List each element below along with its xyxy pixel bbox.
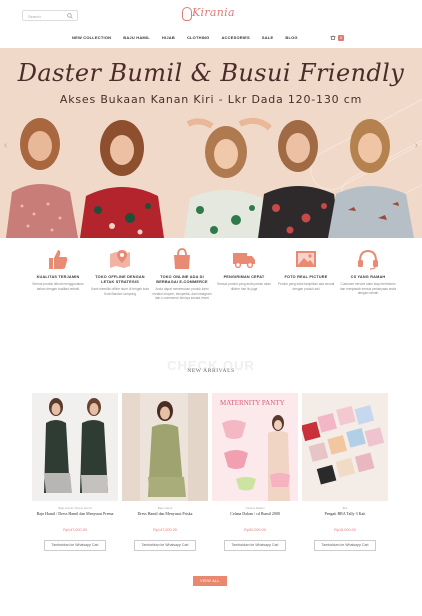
search-icon[interactable] xyxy=(67,13,73,19)
add-to-whatsapp-cart-button[interactable]: Tambahkan ke Whatsapp Cart xyxy=(134,540,196,551)
feature-item: KUALITAS TERJAMIN Semua produk dibuat me… xyxy=(28,248,88,301)
feature-item: TOKO ONLINE ADA DI BERBAGAI E-COMMERCE A… xyxy=(152,248,212,301)
feature-title: TOKO ONLINE ADA DI BERBAGAI E-COMMERCE xyxy=(156,275,208,284)
model-2 xyxy=(80,120,164,238)
feature-text: Anda dapat menemukan produk kami melalui… xyxy=(152,287,212,301)
model-1 xyxy=(6,118,78,238)
nav-item-blog[interactable]: BLOG xyxy=(285,33,297,43)
nav-item-new-collection[interactable]: NEW COLLECTION xyxy=(72,33,111,43)
site-header: Search Kirania NEW COLLECTION BAJU HAMIL… xyxy=(0,0,422,48)
model-4 xyxy=(258,120,340,238)
hero-models-image xyxy=(6,117,414,238)
logo-text: Kirania xyxy=(192,6,235,19)
nav-item-hijab[interactable]: HIJAB xyxy=(162,33,175,43)
product-card[interactable]: Baju Hamil / Dress Hamil Baju Hamil / Dr… xyxy=(32,393,118,551)
product-image[interactable] xyxy=(302,393,388,501)
thumbs-up-icon xyxy=(49,250,68,269)
feature-title: PENGIRIMAN CEPAT xyxy=(223,275,265,279)
product-name[interactable]: Pengait BRA Tally 3 Kait xyxy=(302,511,388,522)
product-image-caption: MATERNITY PANTY xyxy=(220,399,285,407)
feature-item: CS YANG RAMAH Customer service kami siap… xyxy=(338,248,398,301)
product-category: Bra xyxy=(342,506,348,510)
hero-banner[interactable]: Daster Bumil & Busui Friendly Akses Buka… xyxy=(0,48,422,238)
search-box[interactable]: Search xyxy=(22,10,78,21)
feature-title: KUALITAS TERJAMIN xyxy=(36,275,80,279)
nav-item-clothing[interactable]: CLOTHING xyxy=(187,33,210,43)
feature-title: TOKO OFFLINE DENGAN LETAK STRATEGIS xyxy=(95,275,145,284)
feature-text: Customer service kami siap membantu dan … xyxy=(340,282,396,296)
feature-item: PENGIRIMAN CEPAT Semua produk yang anda … xyxy=(214,248,274,301)
hero-subtitle: Akses Bukaan Kanan Kiri - Lkr Dada 120-1… xyxy=(59,93,363,106)
hero-title: Daster Bumil & Busui Friendly xyxy=(17,59,405,87)
shopping-bag-icon xyxy=(174,248,190,269)
product-grid: Baju Hamil / Dress Hamil Baju Hamil / Dr… xyxy=(32,393,388,551)
feature-item: TOKO OFFLINE DENGAN LETAK STRATEGIS Kami… xyxy=(90,248,150,301)
nav-item-sale[interactable]: SALE xyxy=(262,33,273,43)
feature-text: Semua produk dibuat menggunakan bahan de… xyxy=(32,282,84,291)
product-card[interactable]: Bra Pengait BRA Tally 3 Kait Rp15,000.00… xyxy=(302,393,388,551)
feature-text: Produk yang kami tampilkan ada sesuai de… xyxy=(277,282,335,291)
feature-title: CS YANG RAMAH xyxy=(350,275,386,279)
product-image[interactable] xyxy=(122,393,208,501)
hero-prev-arrow-icon[interactable]: ‹ xyxy=(4,140,7,151)
site-logo[interactable]: Kirania xyxy=(180,5,242,25)
product-name[interactable]: Baju Hamil / Dress Hamil dan Menyusui Pr… xyxy=(32,511,118,522)
cart-count-badge[interactable]: 0 xyxy=(338,35,344,41)
main-nav: NEW COLLECTION BAJU HAMIL HIJAB CLOTHING… xyxy=(72,33,298,43)
view-all-button[interactable]: VIEW ALL xyxy=(193,576,227,586)
product-category: Baju Hamil xyxy=(157,506,173,510)
section-title: NEW ARRIVALS xyxy=(187,368,235,374)
product-card[interactable]: MATERNITY PANTY Celana Dalam Celana Dala… xyxy=(212,393,298,551)
truck-icon xyxy=(233,253,255,269)
photo-icon xyxy=(296,251,316,267)
product-price: Rp147,000.00 xyxy=(153,528,177,532)
product-category: Baju Hamil / Dress Hamil xyxy=(58,506,92,510)
product-card[interactable]: Baju Hamil Dress Hamil dan Menyusui Pris… xyxy=(122,393,208,551)
product-price: Rp52,000.00 xyxy=(244,528,266,532)
product-image[interactable]: MATERNITY PANTY xyxy=(212,393,298,501)
feature-text: Semua produk yang anda pesan akan dikiri… xyxy=(217,282,271,291)
product-price: Rp15,000.00 xyxy=(334,528,356,532)
nav-item-baju-hamil[interactable]: BAJU HAMIL xyxy=(123,33,150,43)
product-category: Celana Dalam xyxy=(245,506,265,510)
product-price: Rp147,000.00 xyxy=(63,528,87,532)
product-image[interactable] xyxy=(32,393,118,501)
headset-icon xyxy=(358,249,378,270)
map-pin-icon xyxy=(110,250,130,268)
logo-mark-icon xyxy=(182,7,192,21)
model-3 xyxy=(184,117,272,238)
cart-icon[interactable] xyxy=(330,35,336,40)
product-name[interactable]: Celana Dalam / cd Bumil 2000 xyxy=(212,511,298,522)
hero-next-arrow-icon[interactable]: › xyxy=(415,140,418,151)
product-name[interactable]: Dress Hamil dan Menyusui Priska xyxy=(122,511,208,522)
feature-title: FOTO REAL PICTURE xyxy=(284,275,328,279)
feature-item: FOTO REAL PICTURE Produk yang kami tampi… xyxy=(276,248,336,301)
nav-item-accesories[interactable]: ACCESORIES xyxy=(221,33,249,43)
features-row: KUALITAS TERJAMIN Semua produk dibuat me… xyxy=(28,248,398,301)
add-to-whatsapp-cart-button[interactable]: Tambahkan ke Whatsapp Cart xyxy=(224,540,286,551)
model-5 xyxy=(328,119,414,238)
add-to-whatsapp-cart-button[interactable]: Tambahkan ke Whatsapp Cart xyxy=(314,540,376,551)
search-input[interactable]: Search xyxy=(28,12,41,21)
feature-text: Kami memiliki offline store di tengah ko… xyxy=(91,287,149,296)
add-to-whatsapp-cart-button[interactable]: Tambahkan ke Whatsapp Cart xyxy=(44,540,106,551)
